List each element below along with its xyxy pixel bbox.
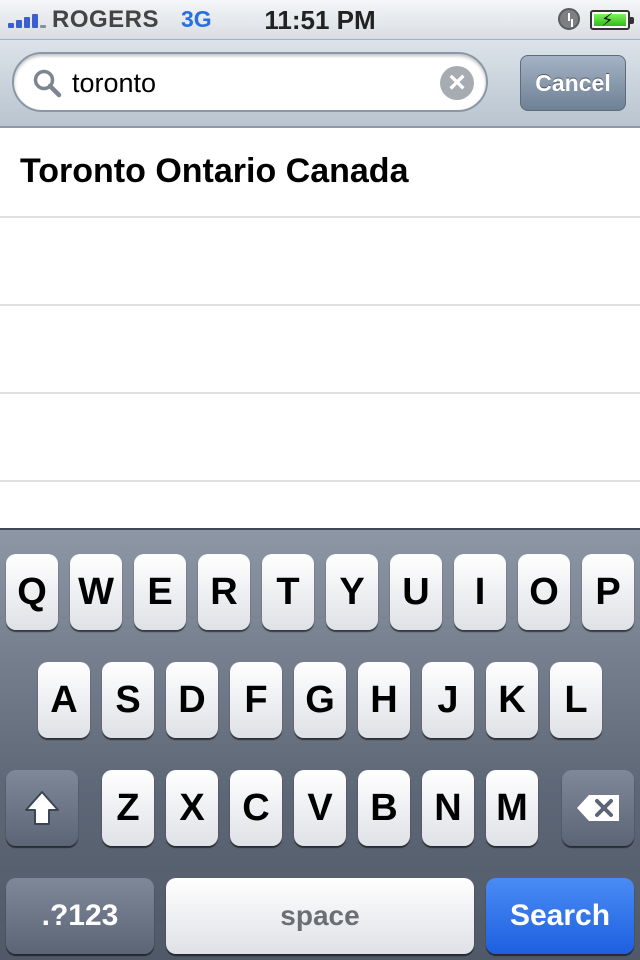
key-f[interactable]: F <box>230 662 282 738</box>
key-p[interactable]: P <box>582 554 634 630</box>
key-b[interactable]: B <box>358 770 410 846</box>
list-item[interactable]: Toronto Ontario Canada <box>0 130 640 218</box>
list-item <box>0 218 640 306</box>
key-u[interactable]: U <box>390 554 442 630</box>
key-l[interactable]: L <box>550 662 602 738</box>
shift-key[interactable] <box>6 770 78 846</box>
numbers-key[interactable]: .?123 <box>6 878 154 954</box>
key-m[interactable]: M <box>486 770 538 846</box>
list-item <box>0 394 640 482</box>
battery-charging-icon: ⚡ <box>590 10 634 30</box>
list-item <box>0 306 640 394</box>
key-x[interactable]: X <box>166 770 218 846</box>
key-q[interactable]: Q <box>6 554 58 630</box>
key-o[interactable]: O <box>518 554 570 630</box>
key-c[interactable]: C <box>230 770 282 846</box>
result-label: Toronto Ontario Canada <box>20 152 409 190</box>
delete-key[interactable] <box>562 770 634 846</box>
search-icon <box>33 69 62 98</box>
search-key[interactable]: Search <box>486 878 634 954</box>
clear-icon[interactable]: × <box>440 66 474 100</box>
key-s[interactable]: S <box>102 662 154 738</box>
search-input[interactable] <box>72 65 432 101</box>
status-bar: ROGERS 3G 11:51 PM ⚡ <box>0 0 640 40</box>
key-z[interactable]: Z <box>102 770 154 846</box>
cancel-button[interactable]: Cancel <box>520 55 626 111</box>
delete-icon <box>577 795 619 821</box>
space-key[interactable]: space <box>166 878 474 954</box>
search-results-list: Toronto Ontario Canada <box>0 130 640 528</box>
key-w[interactable]: W <box>70 554 122 630</box>
key-y[interactable]: Y <box>326 554 378 630</box>
search-field[interactable]: × <box>12 52 488 112</box>
status-time: 11:51 PM <box>264 5 376 35</box>
keyboard: Q W E R T Y U I O P A S D F G H J K L Z … <box>0 528 640 960</box>
search-bar: × Cancel <box>0 40 640 128</box>
alarm-icon <box>558 8 580 30</box>
key-h[interactable]: H <box>358 662 410 738</box>
key-n[interactable]: N <box>422 770 474 846</box>
key-d[interactable]: D <box>166 662 218 738</box>
key-i[interactable]: I <box>454 554 506 630</box>
key-e[interactable]: E <box>134 554 186 630</box>
shift-icon <box>25 791 59 825</box>
key-a[interactable]: A <box>38 662 90 738</box>
key-j[interactable]: J <box>422 662 474 738</box>
key-g[interactable]: G <box>294 662 346 738</box>
key-k[interactable]: K <box>486 662 538 738</box>
key-r[interactable]: R <box>198 554 250 630</box>
key-t[interactable]: T <box>262 554 314 630</box>
key-v[interactable]: V <box>294 770 346 846</box>
